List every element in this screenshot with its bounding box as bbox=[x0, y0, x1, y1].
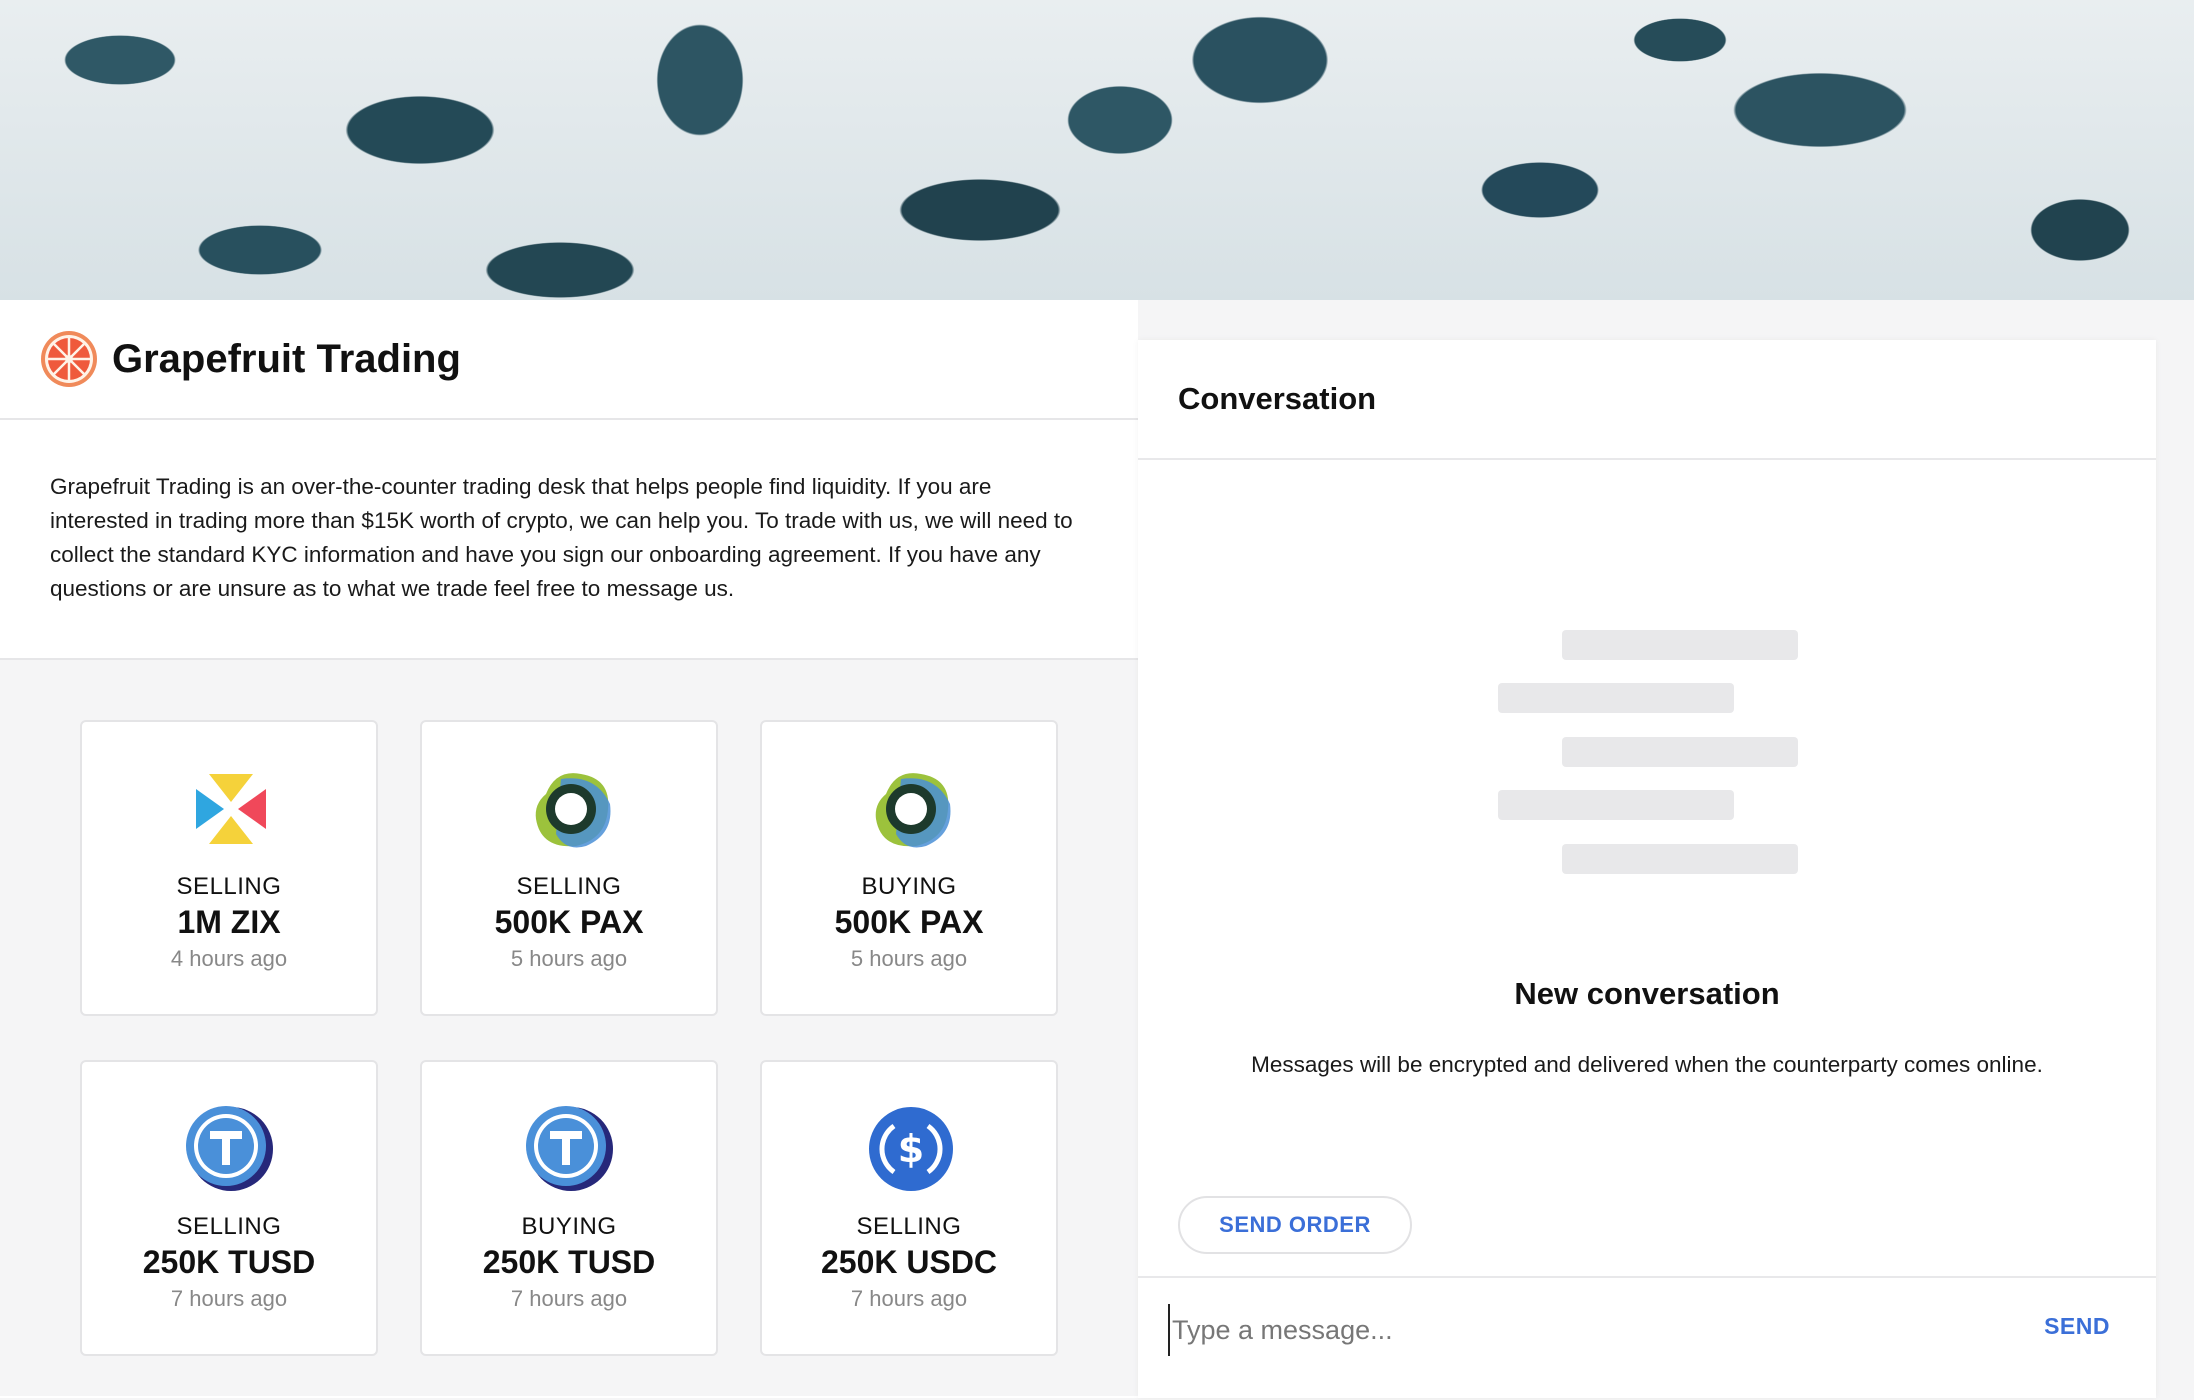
tusd-icon bbox=[186, 1106, 273, 1191]
order-time: 4 hours ago bbox=[170, 946, 288, 971]
profile-panel: Grapefruit Trading Grapefruit Trading is… bbox=[0, 300, 1138, 1398]
order-amount: 500K PAX bbox=[494, 904, 644, 940]
message-input[interactable] bbox=[1168, 1304, 1974, 1356]
order-action: SELLING bbox=[516, 873, 622, 900]
send-order-button[interactable]: SEND ORDER bbox=[1178, 1196, 1412, 1254]
pax-icon bbox=[875, 773, 951, 848]
brand-name: Grapefruit Trading bbox=[112, 336, 461, 381]
order-amount: 500K PAX bbox=[834, 904, 984, 940]
order-amount: 250K TUSD bbox=[482, 1244, 656, 1280]
order-action: SELLING bbox=[856, 1213, 962, 1240]
order-action: BUYING bbox=[521, 1213, 617, 1240]
empty-state-note: Messages will be encrypted and delivered… bbox=[1251, 1052, 2043, 1077]
zix-icon bbox=[196, 774, 266, 844]
order-card[interactable]: SELLING 250K TUSD 7 hours ago bbox=[80, 1060, 378, 1356]
pax-icon bbox=[535, 773, 611, 848]
brand-description: Grapefruit Trading is an over-the-counte… bbox=[0, 420, 1138, 660]
order-time: 7 hours ago bbox=[850, 1286, 968, 1311]
header-banner-image bbox=[0, 0, 2194, 300]
svg-text:$: $ bbox=[898, 1127, 924, 1171]
order-action: SELLING bbox=[176, 1213, 282, 1240]
order-time: 7 hours ago bbox=[510, 1286, 628, 1311]
order-card[interactable]: SELLING 500K PAX 5 hours ago bbox=[420, 720, 718, 1016]
order-amount: 1M ZIX bbox=[177, 904, 281, 940]
message-placeholder-bar bbox=[1562, 630, 1798, 660]
message-placeholder-bar bbox=[1498, 683, 1734, 713]
send-button[interactable]: SEND bbox=[2038, 1312, 2116, 1341]
conversation-header: Conversation bbox=[1138, 340, 2156, 460]
message-composer: SEND bbox=[1138, 1276, 2156, 1400]
empty-state-title: New conversation bbox=[1514, 976, 1780, 1011]
order-card[interactable]: $ SELLING 250K USDC 7 hours ago bbox=[760, 1060, 1058, 1356]
order-amount: 250K USDC bbox=[820, 1244, 998, 1280]
message-placeholder-bar bbox=[1562, 737, 1798, 767]
message-placeholder-bar bbox=[1498, 790, 1734, 820]
order-time: 5 hours ago bbox=[850, 946, 968, 971]
order-action: SELLING bbox=[176, 873, 282, 900]
orders-grid: SELLING 1M ZIX 4 hours ago SELLING 500K … bbox=[0, 660, 1138, 1396]
order-card[interactable]: BUYING 250K TUSD 7 hours ago bbox=[420, 1060, 718, 1356]
grapefruit-logo-icon bbox=[41, 331, 97, 387]
usdc-icon: $ bbox=[869, 1107, 953, 1191]
order-action: BUYING bbox=[861, 873, 957, 900]
conversation-title: Conversation bbox=[1178, 381, 1377, 416]
brand-header: Grapefruit Trading bbox=[0, 300, 1138, 420]
order-time: 5 hours ago bbox=[510, 946, 628, 971]
conversation-panel: Conversation New conversation Messages w… bbox=[1138, 340, 2156, 1398]
order-amount: 250K TUSD bbox=[142, 1244, 316, 1280]
tusd-icon bbox=[526, 1106, 613, 1191]
order-time: 7 hours ago bbox=[170, 1286, 288, 1311]
order-card[interactable]: BUYING 500K PAX 5 hours ago bbox=[760, 720, 1058, 1016]
order-card[interactable]: SELLING 1M ZIX 4 hours ago bbox=[80, 720, 378, 1016]
message-placeholder-bar bbox=[1562, 844, 1798, 874]
